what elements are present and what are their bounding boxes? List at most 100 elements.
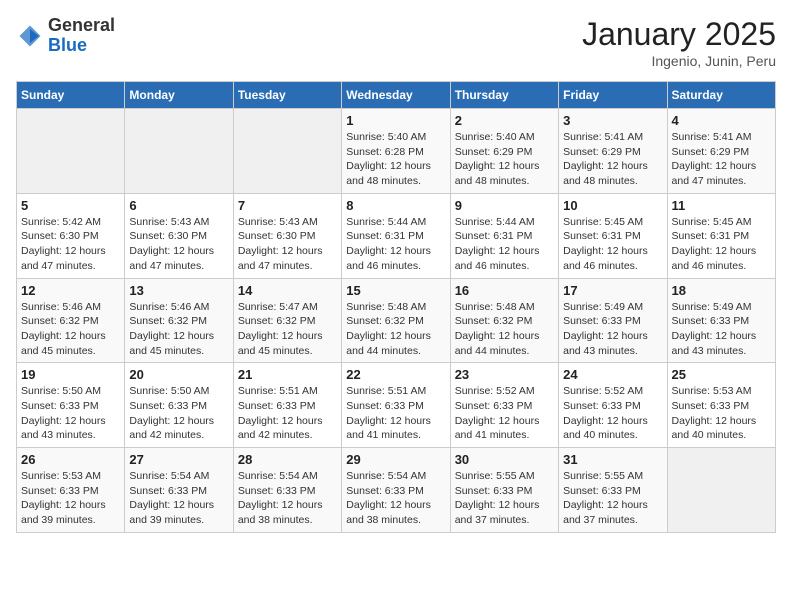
weekday-header-thursday: Thursday [450,82,558,109]
calendar-cell: 30 Sunrise: 5:55 AM Sunset: 6:33 PM Dayli… [450,448,558,533]
calendar-cell: 19 Sunrise: 5:50 AM Sunset: 6:33 PM Dayli… [17,363,125,448]
day-number: 27 [129,452,228,467]
calendar-cell: 27 Sunrise: 5:54 AM Sunset: 6:33 PM Dayli… [125,448,233,533]
day-number: 23 [455,367,554,382]
calendar-cell: 1Sunrise: 5:40 AM Sunset: 6:28 PM Daylig… [342,109,450,194]
day-info: Sunrise: 5:44 AM Sunset: 6:31 PM Dayligh… [346,215,445,274]
day-info: Sunrise: 5:53 AM Sunset: 6:33 PM Dayligh… [672,384,771,443]
day-number: 5 [21,198,120,213]
day-number: 13 [129,283,228,298]
calendar-title: January 2025 [582,16,776,53]
day-info: Sunrise: 5:45 AM Sunset: 6:31 PM Dayligh… [563,215,662,274]
calendar-week-row: 12 Sunrise: 5:46 AM Sunset: 6:32 PM Dayli… [17,278,776,363]
day-number: 18 [672,283,771,298]
weekday-header-wednesday: Wednesday [342,82,450,109]
calendar-cell: 12Sunrise: 5:46 AM Sunset: 6:32 PM Dayli… [17,278,125,363]
day-number: 19 [21,367,120,382]
calendar-cell [233,109,341,194]
calendar-subtitle: Ingenio, Junin, Peru [582,53,776,69]
calendar-cell: 10Sunrise: 5:45 AM Sunset: 6:31 PM Dayli… [559,193,667,278]
day-info: Sunrise: 5:41 AM Sunset: 6:29 PM Dayligh… [672,130,771,189]
day-info: Sunrise: 5:51 AM Sunset: 6:33 PM Dayligh… [238,384,337,443]
calendar-header: SundayMondayTuesdayWednesdayThursdayFrid… [17,82,776,109]
day-info: Sunrise: 5:47 AM Sunset: 6:32 PM Dayligh… [238,300,337,359]
day-number: 30 [455,452,554,467]
day-info: Sunrise: 5:40 AM Sunset: 6:29 PM Dayligh… [455,130,554,189]
calendar-cell: 22Sunrise: 5:51 AM Sunset: 6:33 PM Dayli… [342,363,450,448]
calendar-cell: 16 Sunrise: 5:48 AM Sunset: 6:32 PM Dayli… [450,278,558,363]
calendar-cell [17,109,125,194]
day-info: Sunrise: 5:52 AM Sunset: 6:33 PM Dayligh… [455,384,554,443]
day-info: Sunrise: 5:49 AM Sunset: 6:33 PM Dayligh… [563,300,662,359]
calendar-cell [667,448,775,533]
calendar-cell: 31Sunrise: 5:55 AM Sunset: 6:33 PM Dayli… [559,448,667,533]
day-info: Sunrise: 5:42 AM Sunset: 6:30 PM Dayligh… [21,215,120,274]
calendar-cell: 5 Sunrise: 5:42 AM Sunset: 6:30 PM Daylig… [17,193,125,278]
day-info: Sunrise: 5:55 AM Sunset: 6:33 PM Dayligh… [563,469,662,528]
day-number: 1 [346,113,445,128]
day-number: 20 [129,367,228,382]
calendar-cell: 15Sunrise: 5:48 AM Sunset: 6:32 PM Dayli… [342,278,450,363]
calendar-cell: 13 Sunrise: 5:46 AM Sunset: 6:32 PM Dayli… [125,278,233,363]
calendar-cell: 28Sunrise: 5:54 AM Sunset: 6:33 PM Dayli… [233,448,341,533]
day-number: 8 [346,198,445,213]
day-number: 26 [21,452,120,467]
calendar-cell: 14 Sunrise: 5:47 AM Sunset: 6:32 PM Dayli… [233,278,341,363]
weekday-header-tuesday: Tuesday [233,82,341,109]
logo-general-text: General [48,16,115,36]
day-info: Sunrise: 5:43 AM Sunset: 6:30 PM Dayligh… [129,215,228,274]
calendar-cell: 18 Sunrise: 5:49 AM Sunset: 6:33 PM Dayli… [667,278,775,363]
day-number: 29 [346,452,445,467]
calendar-cell: 25 Sunrise: 5:53 AM Sunset: 6:33 PM Dayli… [667,363,775,448]
weekday-header-monday: Monday [125,82,233,109]
calendar-cell: 2Sunrise: 5:40 AM Sunset: 6:29 PM Daylig… [450,109,558,194]
day-number: 9 [455,198,554,213]
day-number: 3 [563,113,662,128]
calendar-week-row: 1Sunrise: 5:40 AM Sunset: 6:28 PM Daylig… [17,109,776,194]
day-number: 11 [672,198,771,213]
calendar-cell: 11 Sunrise: 5:45 AM Sunset: 6:31 PM Dayli… [667,193,775,278]
day-number: 21 [238,367,337,382]
day-number: 25 [672,367,771,382]
calendar-cell: 4 Sunrise: 5:41 AM Sunset: 6:29 PM Daylig… [667,109,775,194]
day-number: 16 [455,283,554,298]
page-header: General Blue January 2025 Ingenio, Junin… [16,16,776,69]
calendar-week-row: 19 Sunrise: 5:50 AM Sunset: 6:33 PM Dayli… [17,363,776,448]
calendar-week-row: 5 Sunrise: 5:42 AM Sunset: 6:30 PM Daylig… [17,193,776,278]
day-number: 15 [346,283,445,298]
day-number: 28 [238,452,337,467]
calendar-cell: 24Sunrise: 5:52 AM Sunset: 6:33 PM Dayli… [559,363,667,448]
day-number: 7 [238,198,337,213]
logo: General Blue [16,16,115,56]
day-number: 12 [21,283,120,298]
day-info: Sunrise: 5:55 AM Sunset: 6:33 PM Dayligh… [455,469,554,528]
calendar-cell: 21 Sunrise: 5:51 AM Sunset: 6:33 PM Dayli… [233,363,341,448]
day-info: Sunrise: 5:41 AM Sunset: 6:29 PM Dayligh… [563,130,662,189]
calendar-cell [125,109,233,194]
day-number: 14 [238,283,337,298]
day-number: 4 [672,113,771,128]
calendar-cell: 7Sunrise: 5:43 AM Sunset: 6:30 PM Daylig… [233,193,341,278]
calendar-cell: 20Sunrise: 5:50 AM Sunset: 6:33 PM Dayli… [125,363,233,448]
day-info: Sunrise: 5:53 AM Sunset: 6:33 PM Dayligh… [21,469,120,528]
calendar-cell: 23 Sunrise: 5:52 AM Sunset: 6:33 PM Dayli… [450,363,558,448]
logo-text: General Blue [48,16,115,56]
day-info: Sunrise: 5:50 AM Sunset: 6:33 PM Dayligh… [21,384,120,443]
day-number: 17 [563,283,662,298]
logo-icon [16,22,44,50]
day-info: Sunrise: 5:45 AM Sunset: 6:31 PM Dayligh… [672,215,771,274]
day-info: Sunrise: 5:54 AM Sunset: 6:33 PM Dayligh… [129,469,228,528]
day-info: Sunrise: 5:46 AM Sunset: 6:32 PM Dayligh… [129,300,228,359]
calendar-cell: 26 Sunrise: 5:53 AM Sunset: 6:33 PM Dayli… [17,448,125,533]
day-number: 22 [346,367,445,382]
calendar-cell: 8 Sunrise: 5:44 AM Sunset: 6:31 PM Daylig… [342,193,450,278]
day-info: Sunrise: 5:48 AM Sunset: 6:32 PM Dayligh… [455,300,554,359]
calendar-cell: 9 Sunrise: 5:44 AM Sunset: 6:31 PM Daylig… [450,193,558,278]
day-info: Sunrise: 5:52 AM Sunset: 6:33 PM Dayligh… [563,384,662,443]
day-info: Sunrise: 5:49 AM Sunset: 6:33 PM Dayligh… [672,300,771,359]
calendar-cell: 17 Sunrise: 5:49 AM Sunset: 6:33 PM Dayli… [559,278,667,363]
weekday-header-row: SundayMondayTuesdayWednesdayThursdayFrid… [17,82,776,109]
calendar-cell: 6Sunrise: 5:43 AM Sunset: 6:30 PM Daylig… [125,193,233,278]
day-info: Sunrise: 5:44 AM Sunset: 6:31 PM Dayligh… [455,215,554,274]
calendar-cell: 3 Sunrise: 5:41 AM Sunset: 6:29 PM Daylig… [559,109,667,194]
